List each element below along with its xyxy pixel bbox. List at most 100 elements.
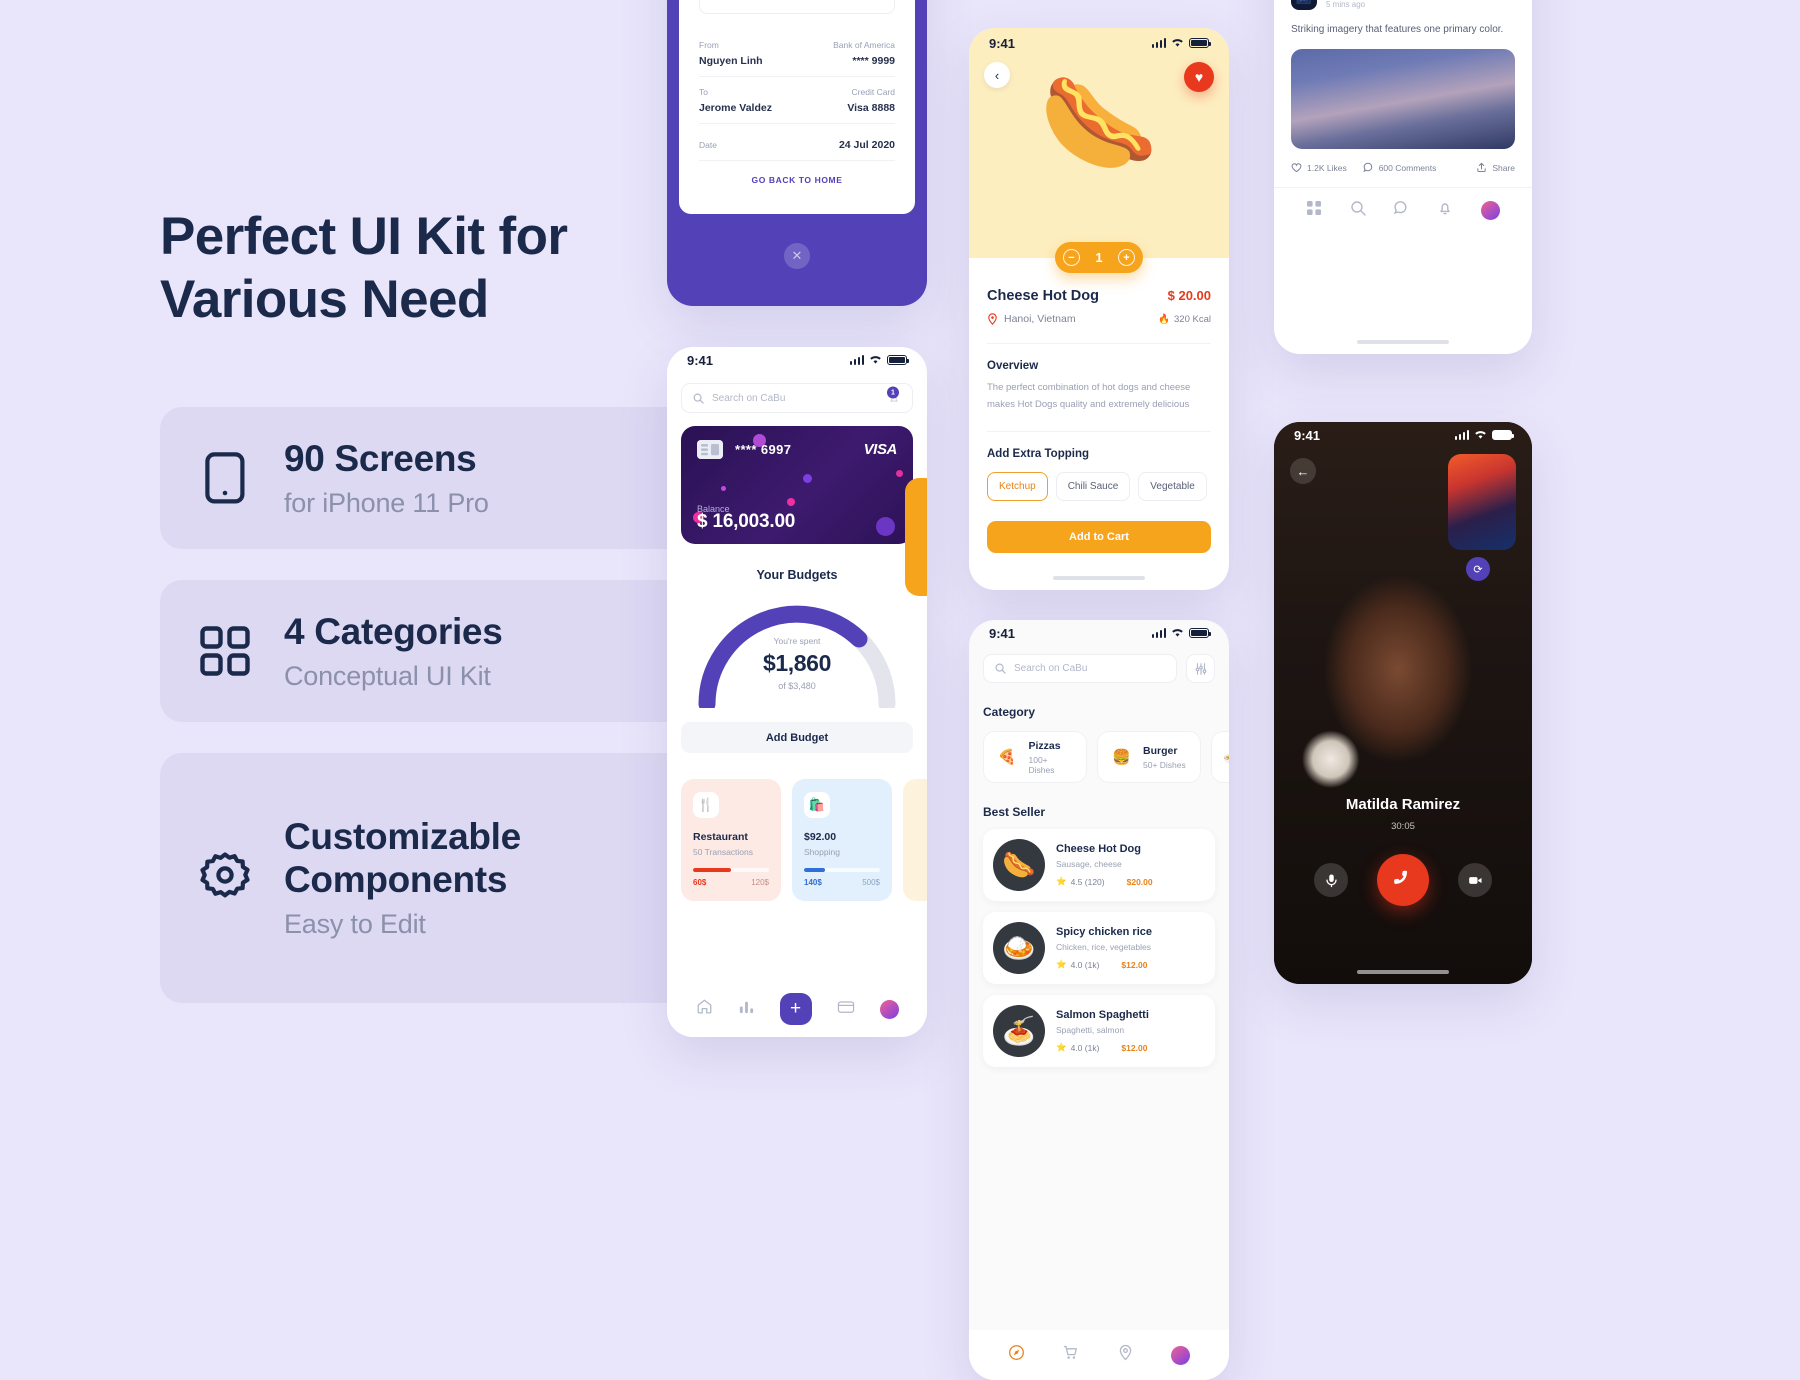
compass-icon[interactable]	[1008, 1344, 1025, 1366]
card-icon[interactable]	[837, 998, 855, 1021]
close-icon[interactable]: ✕	[784, 243, 810, 269]
budget-card-restaurant[interactable]: 🍴 Restaurant 50 Transactions 60$ 120$	[681, 779, 781, 901]
topping-chip-ketchup[interactable]: Ketchup	[987, 472, 1048, 502]
category-sub: 50+ Dishes	[1143, 759, 1186, 770]
back-icon[interactable]: ‹	[984, 62, 1010, 88]
pizza-icon: 🍕	[997, 749, 1017, 766]
search-input[interactable]: Search on CaBu 1	[681, 383, 913, 413]
feature-card-categories[interactable]: 4 Categories Conceptual UI Kit	[160, 580, 712, 723]
quantity-stepper[interactable]: − 1 +	[1055, 242, 1143, 273]
kcal-text: 320 Kcal	[1174, 313, 1211, 325]
grid-icon[interactable]	[1306, 200, 1322, 221]
add-to-cart-button[interactable]: Add to Cart	[987, 521, 1211, 554]
search-icon	[693, 393, 704, 404]
bottom-tab-bar	[1274, 187, 1532, 233]
phone-transfer-success: From Nguyen Linh Bank of America **** 99…	[667, 0, 927, 306]
feature-card-screens[interactable]: 90 Screens for iPhone 11 Pro	[160, 407, 712, 550]
dish-row[interactable]: 🍝 Salmon Spaghetti Spaghetti, salmon ⭐ 4…	[983, 995, 1215, 1067]
post-header: 🌃 Linh Nguyen 5 mins ago •••	[1291, 0, 1515, 10]
topping-chip-chili-sauce[interactable]: Chili Sauce	[1055, 472, 1131, 502]
increase-icon[interactable]: +	[1117, 249, 1135, 266]
status-icons	[1151, 628, 1212, 638]
decrease-icon[interactable]: −	[1063, 249, 1080, 266]
profile-avatar[interactable]	[1171, 1345, 1191, 1365]
budget-sub: Shopping	[804, 847, 840, 857]
rating-text: 4.5 (120)	[1070, 876, 1105, 887]
avatar[interactable]: 🌃	[1291, 0, 1317, 10]
add-budget-button[interactable]: Add Budget	[681, 722, 913, 753]
receipt-right-value: **** 9999	[852, 55, 895, 67]
category-title: Category	[983, 705, 1036, 719]
burger-icon: 🍔	[1112, 749, 1131, 766]
category-card-burger[interactable]: 🍔 Burger 50+ Dishes	[1097, 731, 1201, 783]
dish-thumbnail: 🍝	[993, 1005, 1045, 1057]
receipt-label: From	[699, 40, 719, 50]
stats-icon[interactable]	[738, 998, 755, 1020]
budget-min: 140$	[804, 878, 822, 887]
feature-title: 4 Categories	[284, 610, 503, 652]
end-call-icon[interactable]	[1377, 854, 1429, 906]
post-text: Striking imagery that features one prima…	[1291, 24, 1504, 35]
receipt-right-label: Credit Card	[851, 87, 895, 97]
search-placeholder: Search on CaBu	[1014, 663, 1088, 674]
dish-row[interactable]: 🍛 Spicy chicken rice Chicken, rice, vege…	[983, 912, 1215, 984]
category-card-pizzas[interactable]: 🍕 Pizzas 100+ Dishes	[983, 731, 1087, 783]
category-list: 🍕 Pizzas 100+ Dishes 🍔 Burger 50+ Dishes…	[969, 719, 1229, 783]
receipt-value: Nguyen Linh	[699, 55, 763, 67]
topping-chip-vegetable[interactable]: Vegetable	[1138, 472, 1207, 502]
status-time: 9:41	[989, 35, 1016, 51]
search-icon[interactable]	[1350, 200, 1366, 221]
credit-card[interactable]: **** 6997 VISA Balance $ 16,003.00	[681, 426, 913, 544]
location-icon[interactable]	[1117, 1344, 1134, 1366]
bell-icon[interactable]	[1437, 200, 1453, 221]
signal-icon	[849, 355, 864, 365]
feature-card-components[interactable]: Customizable Components Easy to Edit	[160, 753, 712, 1004]
back-icon[interactable]: ←	[1290, 458, 1316, 484]
search-row: Search on CaBu	[983, 654, 1215, 683]
phone-food-detail: 9:41 ‹ ♥ 🌭 − 1 + Cheese Hot Dog $ 20.00	[969, 28, 1229, 590]
dish-thumbnail: 🍛	[993, 922, 1045, 974]
category-name: Pizzas	[1028, 739, 1061, 752]
category-card-next[interactable]: 🍜	[1211, 731, 1229, 783]
budget-card-next[interactable]	[903, 779, 927, 901]
filter-icon[interactable]	[1186, 654, 1215, 683]
next-card-peek[interactable]	[905, 478, 927, 596]
like-action[interactable]: 1.2K Likes	[1291, 162, 1347, 173]
feed-post: 🌃 Linh Nguyen 5 mins ago ••• Striking im…	[1274, 0, 1532, 187]
signal-icon	[1151, 38, 1166, 48]
search-input[interactable]: Search on CaBu	[983, 654, 1177, 683]
budget-max: 500$	[862, 878, 880, 887]
home-icon[interactable]	[696, 998, 713, 1020]
rating-text: 4.0 (1k)	[1070, 1042, 1100, 1053]
food-image: 🌭	[1039, 70, 1159, 177]
microphone-icon[interactable]	[1314, 863, 1348, 897]
topping-title: Add Extra Topping	[987, 448, 1090, 461]
profile-avatar[interactable]	[1481, 201, 1501, 220]
share-action[interactable]: Share	[1476, 162, 1515, 173]
post-time: 5 mins ago	[1326, 0, 1366, 9]
status-bar: 9:41	[1274, 422, 1532, 448]
cart-icon[interactable]	[1062, 1344, 1079, 1366]
food-price: $ 20.00	[1167, 288, 1211, 303]
budget-min: 60$	[693, 878, 707, 887]
budget-card-shopping[interactable]: 🛍️ $92.00 Shopping 140$ 500$	[792, 779, 892, 901]
overview-section: Overview The perfect combination of hot …	[987, 343, 1211, 413]
phone-social-feed: Posts Photos 🌃 Linh Nguyen 5 mins ago ••…	[1274, 0, 1532, 354]
video-camera-icon[interactable]	[1458, 863, 1492, 897]
location-pin-icon	[988, 313, 997, 325]
receipt-row-date: Date 24 Jul 2020	[699, 124, 895, 161]
topping-section: Add Extra Topping Ketchup Chili Sauce Ve…	[987, 431, 1211, 502]
self-video-preview[interactable]	[1448, 454, 1516, 550]
profile-avatar[interactable]	[879, 999, 899, 1019]
chat-icon[interactable]	[1393, 200, 1409, 221]
notification-bell-icon[interactable]: 1	[884, 386, 903, 408]
comment-action[interactable]: 600 Comments	[1362, 162, 1436, 173]
more-options-icon[interactable]: •••	[1499, 0, 1515, 4]
swap-camera-icon[interactable]: ⟳	[1466, 557, 1490, 581]
receipt-value: Jerome Valdez	[699, 102, 772, 114]
post-image[interactable]	[1291, 49, 1515, 149]
heart-icon[interactable]: ♥	[1184, 62, 1214, 92]
add-icon[interactable]: +	[779, 993, 812, 1025]
dish-row[interactable]: 🌭 Cheese Hot Dog Sausage, cheese ⭐ 4.5 (…	[983, 829, 1215, 901]
go-back-home-button[interactable]: GO BACK TO HOME	[699, 161, 895, 185]
